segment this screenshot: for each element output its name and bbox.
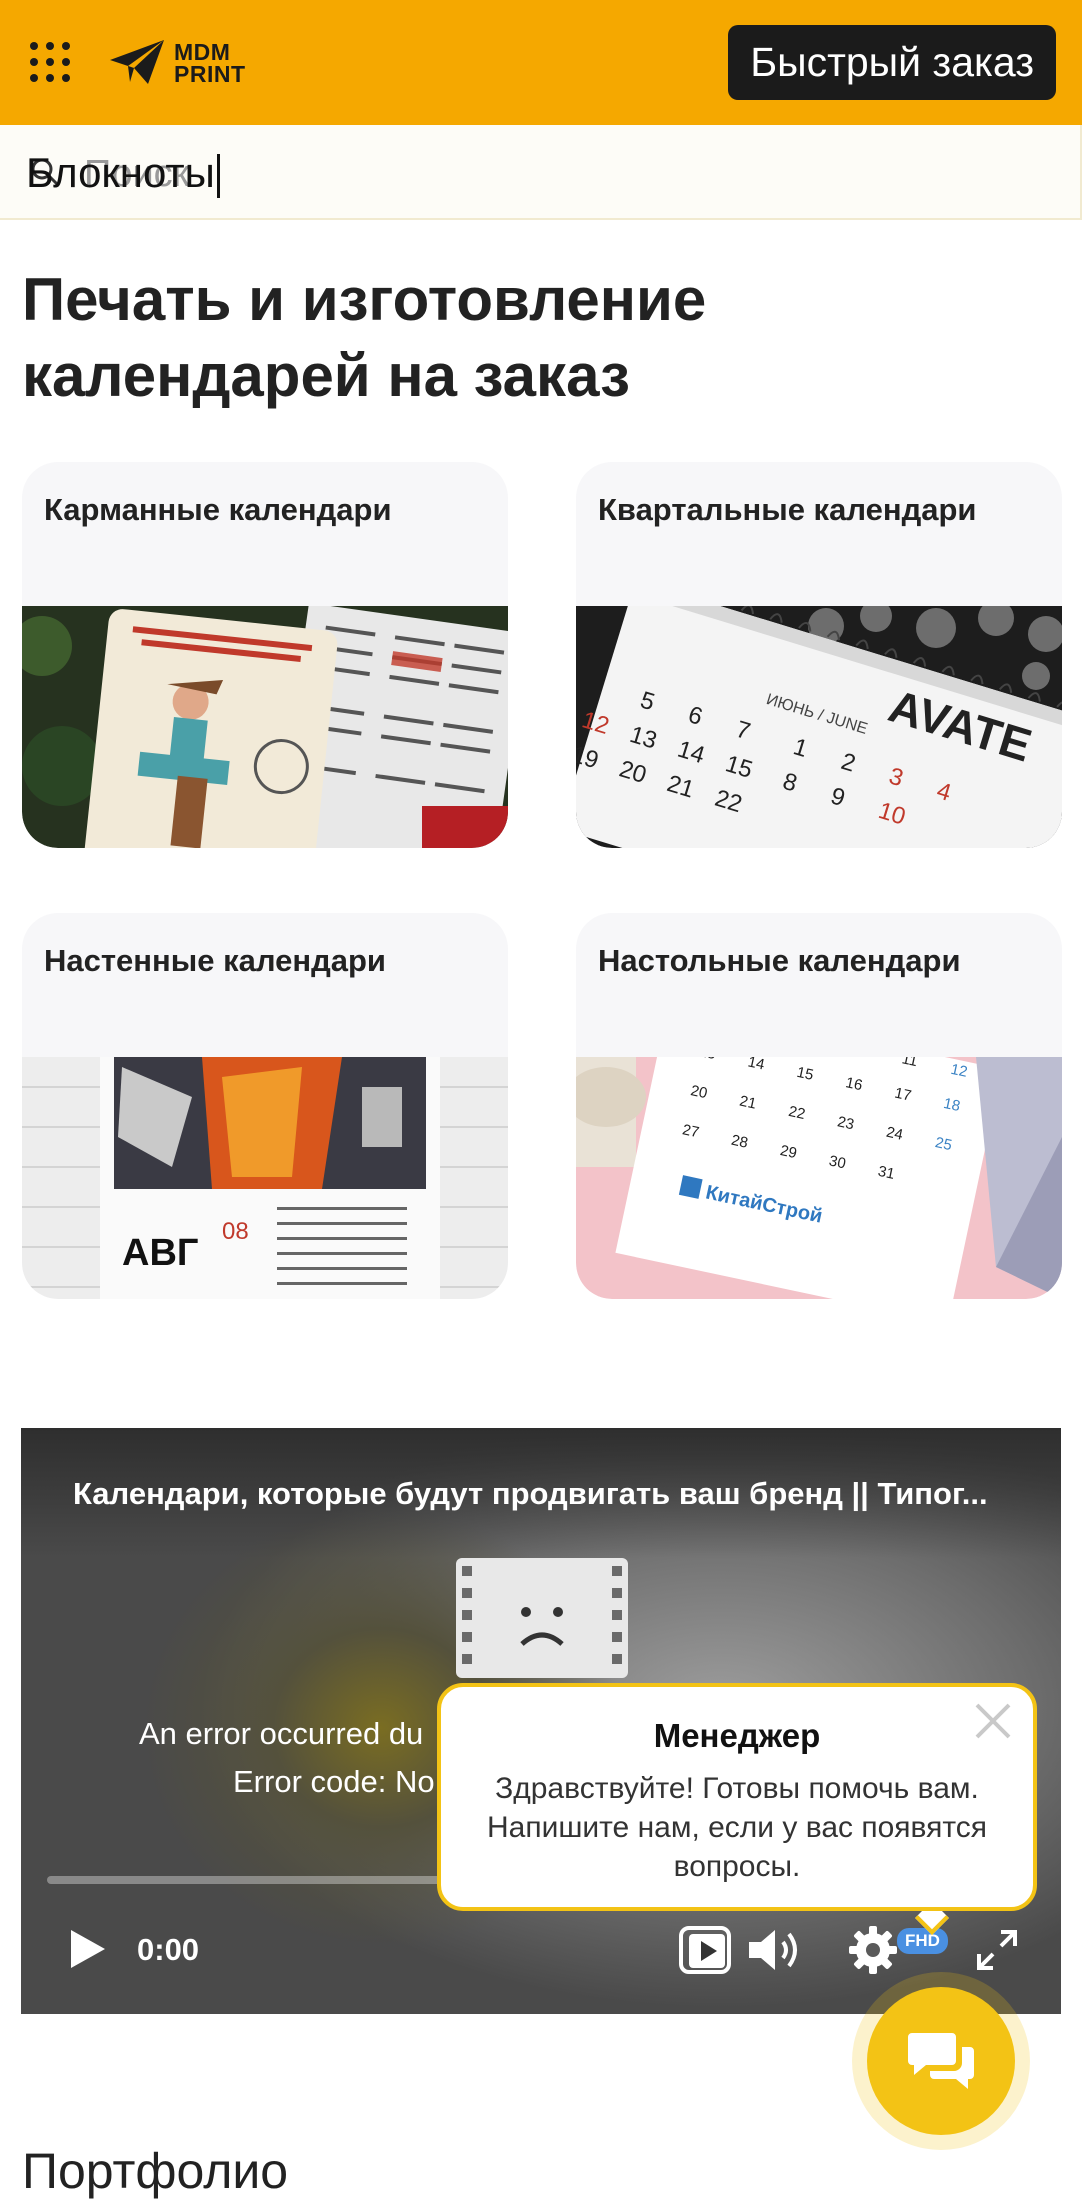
svg-text:23: 23 <box>836 1113 856 1133</box>
popup-title: Менеджер <box>653 1717 821 1754</box>
category-card-image <box>22 606 508 848</box>
page-title: Печать и изготовление календарей на зака… <box>22 266 707 409</box>
menu-grid-icon[interactable] <box>28 40 72 84</box>
portfolio-title: Портфолио <box>22 2143 289 2199</box>
svg-text:12: 12 <box>949 1061 969 1081</box>
category-card-image: АВГ 08 <box>22 1057 508 1299</box>
paper-plane-logo-icon <box>110 40 164 84</box>
category-card-title: Настольные календари <box>598 943 961 978</box>
play-icon[interactable] <box>67 1928 107 1970</box>
svg-text:30: 30 <box>827 1152 847 1172</box>
manager-popup: Менеджер Здравствуйте! Готовы помочь вам… <box>437 1683 1037 1911</box>
category-card-desk[interactable]: Настольные календари 131415161718 202122… <box>576 913 1062 1299</box>
svg-text:08: 08 <box>222 1218 249 1245</box>
svg-text:27: 27 <box>681 1121 701 1141</box>
logo[interactable]: MDM PRINT <box>108 36 246 90</box>
fullscreen-icon[interactable] <box>971 1924 1023 1976</box>
volume-icon[interactable] <box>745 1924 805 1976</box>
category-card-pocket[interactable]: Карманные календари <box>22 462 508 848</box>
search-input[interactable]: Блокноты <box>26 149 220 198</box>
video-title[interactable]: Календари, которые будут продвигать ваш … <box>73 1476 988 1512</box>
video-time: 0:00 <box>137 1932 200 1967</box>
youtube-logo-icon[interactable] <box>679 1924 731 1976</box>
settings-gear-icon[interactable] <box>847 1924 899 1976</box>
category-card-image: 131415161718 202122232425 2728293031 891… <box>576 1057 1062 1299</box>
svg-text:АВГ: АВГ <box>122 1232 198 1274</box>
header: MDM PRINT Быстрый заказ <box>0 0 1082 125</box>
svg-text:20: 20 <box>689 1082 709 1102</box>
category-card-quarterly[interactable]: Квартальные календари AVATE ИЮНЬ / JUNE … <box>576 462 1062 848</box>
quality-badge: FHD <box>897 1928 948 1954</box>
svg-text:31: 31 <box>876 1163 896 1183</box>
chat-button[interactable] <box>867 1987 1015 2135</box>
svg-text:17: 17 <box>893 1085 913 1105</box>
svg-text:24: 24 <box>885 1124 905 1144</box>
sad-film-icon <box>456 1558 628 1678</box>
chat-bubbles-icon <box>908 2033 974 2089</box>
video-error-message: An error occurred du <box>139 1716 424 1751</box>
svg-text:25: 25 <box>934 1134 954 1154</box>
svg-text:22: 22 <box>787 1103 807 1123</box>
quick-order-button[interactable]: Быстрый заказ <box>728 25 1056 100</box>
svg-text:16: 16 <box>844 1074 864 1094</box>
logo-text: MDM PRINT <box>174 39 246 87</box>
category-card-image: AVATE ИЮНЬ / JUNE 5671234 12 13 14 15 8 9 10 1… <box>576 606 1062 848</box>
video-error-code: Error code: No <box>233 1764 435 1799</box>
svg-text:18: 18 <box>942 1095 962 1115</box>
svg-text:15: 15 <box>795 1064 815 1084</box>
svg-text:21: 21 <box>738 1093 758 1113</box>
search-bar[interactable]: Поиск Блокноты <box>0 125 1082 220</box>
text-caret <box>216 153 220 198</box>
category-card-wall[interactable]: Настенные календари АВГ 08 <box>22 913 508 1299</box>
svg-text:28: 28 <box>730 1132 750 1152</box>
category-card-title: Квартальные календари <box>598 492 977 527</box>
category-card-title: Настенные календари <box>44 943 386 978</box>
category-card-title: Карманные календари <box>44 492 392 527</box>
svg-text:29: 29 <box>779 1142 799 1162</box>
popup-message: Здравствуйте! Готовы помочь вам. Напишит… <box>486 1772 988 1883</box>
